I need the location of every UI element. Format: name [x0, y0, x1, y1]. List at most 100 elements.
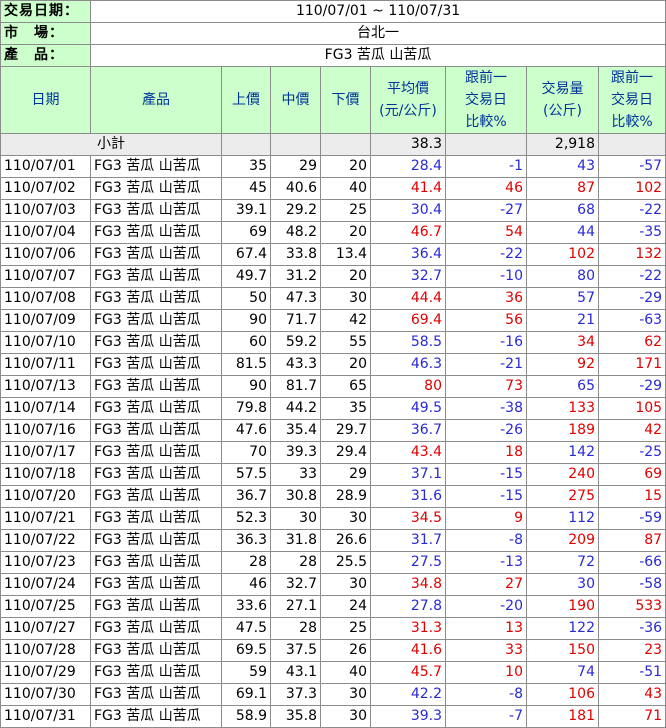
- cell-avg-cmp: -10: [445, 265, 527, 288]
- subtotal-label: 小計: [0, 133, 222, 156]
- cell-vol-cmp: 62: [597, 331, 666, 354]
- cell-date: 110/07/20: [0, 485, 91, 508]
- cell-vol: 21: [526, 309, 599, 332]
- cell-date: 110/07/11: [0, 353, 91, 376]
- header-avg-line2: (元/公斤): [379, 103, 437, 119]
- cell-date: 110/07/24: [0, 573, 91, 596]
- cell-vol-cmp: -66: [597, 551, 666, 574]
- market-label: 市 場：: [0, 22, 91, 45]
- cell-high: 59: [221, 661, 271, 684]
- column-header-row: 日期 產品 上價 中價 下價 平均價 (元/公斤) 跟前一 交易日 比較% 交易…: [0, 66, 666, 134]
- cell-product: FG3 苦瓜 山苦瓜: [90, 331, 222, 354]
- table-row: 110/07/07 FG3 苦瓜 山苦瓜 49.7 31.2 20 32.7 -10 80 -2…: [0, 265, 666, 288]
- cell-avg-cmp: -16: [445, 331, 527, 354]
- cell-vol: 65: [526, 375, 599, 398]
- cell-product: FG3 苦瓜 山苦瓜: [90, 199, 222, 222]
- cell-avg-cmp: -7: [445, 705, 527, 728]
- cell-low: 40: [320, 661, 371, 684]
- cell-mid: 29.2: [270, 199, 321, 222]
- cell-date: 110/07/28: [0, 639, 91, 662]
- cell-vol: 133: [526, 397, 599, 420]
- table-row: 110/07/17 FG3 苦瓜 山苦瓜 70 39.3 29.4 43.4 18 142 -2…: [0, 441, 666, 464]
- cell-avg-cmp: 56: [445, 309, 527, 332]
- cell-product: FG3 苦瓜 山苦瓜: [90, 441, 222, 464]
- cell-high: 35: [221, 155, 271, 178]
- cell-low: 13.4: [320, 243, 371, 266]
- cell-vol-cmp: 102: [597, 177, 666, 200]
- cell-vol: 34: [526, 331, 599, 354]
- header-avg: 平均價 (元/公斤): [370, 66, 446, 134]
- cell-avg: 30.4: [370, 199, 446, 222]
- cell-product: FG3 苦瓜 山苦瓜: [90, 177, 222, 200]
- cell-low: 29.7: [320, 419, 371, 442]
- cell-avg: 41.6: [370, 639, 446, 662]
- cell-vol: 112: [526, 507, 599, 530]
- cell-product: FG3 苦瓜 山苦瓜: [90, 507, 222, 530]
- header-vol-line2: (公斤): [543, 103, 582, 119]
- table-row: 110/07/10 FG3 苦瓜 山苦瓜 60 59.2 55 58.5 -16 34 62: [0, 331, 666, 354]
- subtotal-high: [221, 133, 271, 156]
- cell-avg: 58.5: [370, 331, 446, 354]
- cell-avg-cmp: 13: [445, 617, 527, 640]
- info-row-date: 交易日期： 110/07/01 ~ 110/07/31: [0, 0, 666, 23]
- cell-high: 90: [221, 309, 271, 332]
- cell-avg: 49.5: [370, 397, 446, 420]
- cell-product: FG3 苦瓜 山苦瓜: [90, 573, 222, 596]
- cell-vol-cmp: -36: [597, 617, 666, 640]
- cell-product: FG3 苦瓜 山苦瓜: [90, 221, 222, 244]
- cell-low: 30: [320, 507, 371, 530]
- cell-product: FG3 苦瓜 山苦瓜: [90, 595, 222, 618]
- cell-low: 26.6: [320, 529, 371, 552]
- cell-avg-cmp: -15: [445, 463, 527, 486]
- cell-vol: 57: [526, 287, 599, 310]
- subtotal-vol: 2,918: [526, 133, 599, 156]
- cell-vol: 189: [526, 419, 599, 442]
- date-range-value: 110/07/01 ~ 110/07/31: [89, 0, 666, 23]
- table-row: 110/07/23 FG3 苦瓜 山苦瓜 28 28 25.5 27.5 -13 72 -66: [0, 551, 666, 574]
- cell-date: 110/07/13: [0, 375, 91, 398]
- cell-low: 25: [320, 199, 371, 222]
- cell-avg-cmp: 10: [445, 661, 527, 684]
- cell-low: 28.9: [320, 485, 371, 508]
- cell-high: 70: [221, 441, 271, 464]
- cell-avg: 34.8: [370, 573, 446, 596]
- cell-high: 28: [221, 551, 271, 574]
- cell-date: 110/07/23: [0, 551, 91, 574]
- cell-product: FG3 苦瓜 山苦瓜: [90, 287, 222, 310]
- cell-avg-cmp: -15: [445, 485, 527, 508]
- cell-date: 110/07/14: [0, 397, 91, 420]
- cell-date: 110/07/08: [0, 287, 91, 310]
- cell-mid: 30.8: [270, 485, 321, 508]
- cell-avg-cmp: -38: [445, 397, 527, 420]
- table-row: 110/07/20 FG3 苦瓜 山苦瓜 36.7 30.8 28.9 31.6 -15 27…: [0, 485, 666, 508]
- cell-avg: 46.7: [370, 221, 446, 244]
- cell-vol: 275: [526, 485, 599, 508]
- market-value: 台北一: [89, 22, 666, 45]
- cell-vol: 80: [526, 265, 599, 288]
- header-avg-line1: 平均價: [387, 81, 429, 97]
- cell-mid: 37.5: [270, 639, 321, 662]
- cell-vol-cmp: -29: [597, 375, 666, 398]
- cell-vol: 209: [526, 529, 599, 552]
- cell-date: 110/07/01: [0, 155, 91, 178]
- header-vol-cmp-line3: 比較%: [611, 114, 653, 130]
- cell-vol-cmp: 132: [597, 243, 666, 266]
- header-date: 日期: [0, 66, 91, 134]
- cell-date: 110/07/02: [0, 177, 91, 200]
- cell-low: 29: [320, 463, 371, 486]
- cell-mid: 32.7: [270, 573, 321, 596]
- price-report-table: 交易日期： 110/07/01 ~ 110/07/31 市 場： 台北一 產 品…: [0, 0, 666, 728]
- cell-low: 20: [320, 265, 371, 288]
- cell-avg: 41.4: [370, 177, 446, 200]
- cell-date: 110/07/22: [0, 529, 91, 552]
- table-row: 110/07/11 FG3 苦瓜 山苦瓜 81.5 43.3 20 46.3 -21 92 17…: [0, 353, 666, 376]
- cell-high: 47.6: [221, 419, 271, 442]
- cell-avg: 39.3: [370, 705, 446, 728]
- cell-vol: 68: [526, 199, 599, 222]
- cell-vol: 142: [526, 441, 599, 464]
- table-row: 110/07/09 FG3 苦瓜 山苦瓜 90 71.7 42 69.4 56 21 -63: [0, 309, 666, 332]
- cell-high: 79.8: [221, 397, 271, 420]
- cell-vol-cmp: 71: [597, 705, 666, 728]
- subtotal-row: 小計 38.3 2,918: [0, 133, 666, 156]
- cell-low: 20: [320, 221, 371, 244]
